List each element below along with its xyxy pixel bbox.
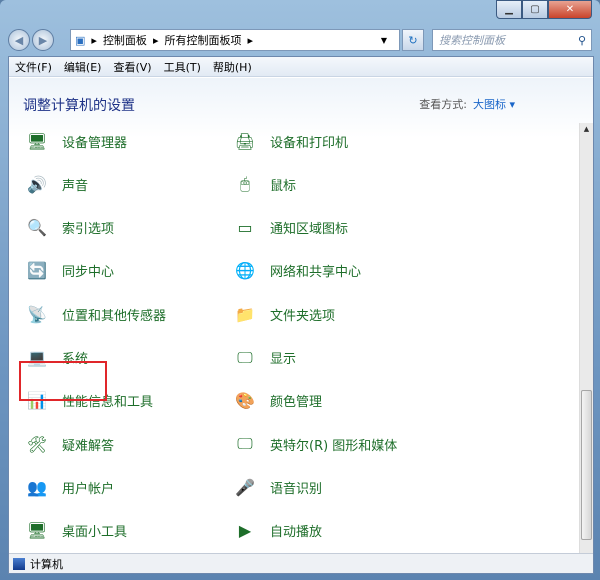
control-panel-item[interactable]: 🌐 网络和共享中心 (231, 254, 361, 288)
item-label: 英特尔(R) 图形和媒体 (270, 438, 398, 454)
breadcrumb-all-items[interactable]: 所有控制面板项 (164, 32, 241, 48)
vertical-scrollbar[interactable]: ▲ (579, 123, 593, 553)
status-bar: 计算机 (9, 553, 593, 573)
item-icon: 🖵 (237, 434, 253, 454)
item-icon: 🛠 (26, 434, 48, 454)
control-panel-window: ▁ ▢ ✕ ◀ ▶ ▣ ▸ 控制面板 ▸ 所有控制面板项 ▸ ▼ ↻ 搜索控制面… (0, 0, 600, 580)
forward-button[interactable]: ▶ (32, 29, 54, 51)
menu-file[interactable]: 文件(F) (15, 59, 52, 75)
item-icon: 🖥 (26, 131, 48, 151)
scroll-up-arrow[interactable]: ▲ (580, 125, 593, 133)
control-panel-item[interactable]: 🖵 英特尔(R) 图形和媒体 (231, 427, 397, 461)
item-icon: 🔄 (27, 261, 47, 281)
maximize-button[interactable]: ▢ (522, 0, 548, 19)
item-icon: 🖥 (26, 521, 48, 541)
item-label: 网络和共享中心 (270, 265, 362, 281)
item-label: 位置和其他传感器 (62, 308, 167, 324)
control-panel-item[interactable]: 🖨 设备和打印机 (231, 124, 348, 158)
item-label: 鼠标 (270, 178, 297, 194)
view-by-dropdown[interactable]: 大图标 ▾ (473, 98, 515, 111)
item-label: 用户帐户 (62, 481, 115, 497)
item-label: 疑难解答 (62, 438, 115, 454)
control-panel-item[interactable]: 🖥 桌面小工具 (23, 514, 127, 548)
control-panel-item[interactable]: 🔍 索引选项 (23, 211, 114, 245)
item-label: 同步中心 (62, 265, 115, 281)
item-icon: 🎨 (235, 391, 255, 411)
breadcrumb-control-panel[interactable]: 控制面板 (103, 32, 147, 48)
control-panel-item[interactable]: 🎤 语音识别 (231, 470, 322, 504)
item-icon: 🌐 (235, 261, 255, 281)
menu-view[interactable]: 查看(V) (113, 59, 151, 75)
item-icon: ▶ (238, 521, 252, 541)
search-placeholder: 搜索控制面板 (439, 34, 505, 47)
search-icon[interactable]: ⚲ (578, 34, 586, 47)
item-label: 颜色管理 (270, 395, 323, 411)
item-label: 设备和打印机 (270, 135, 349, 151)
item-label: 语音识别 (270, 481, 323, 497)
item-icon: 🔊 (27, 174, 47, 194)
control-panel-item[interactable]: 🖱 鼠标 (231, 167, 296, 201)
menu-help[interactable]: 帮助(H) (213, 59, 252, 75)
chevron-right-icon: ▸ (152, 33, 159, 47)
item-icon: ▭ (237, 218, 253, 238)
item-icon: 🖵 (237, 347, 253, 367)
item-label: 显示 (270, 352, 297, 367)
control-panel-item[interactable]: 🖵 显示 (231, 341, 296, 375)
selection-highlight (19, 361, 107, 401)
page-title: 调整计算机的设置 (23, 98, 135, 114)
control-panel-item[interactable]: ▶ 自动播放 (231, 514, 322, 548)
item-icon: 🔍 (27, 218, 47, 238)
item-label: 桌面小工具 (62, 525, 128, 541)
item-label: 索引选项 (62, 222, 115, 238)
control-panel-item[interactable]: 🔊 声音 (23, 167, 88, 201)
item-label: 设备管理器 (62, 135, 128, 151)
item-icon: 📁 (235, 304, 255, 324)
close-button[interactable]: ✕ (548, 0, 592, 19)
control-panel-item[interactable]: ▭ 通知区域图标 (231, 211, 348, 245)
item-icon: 🖱 (240, 174, 250, 194)
item-label: 自动播放 (270, 525, 323, 541)
back-button[interactable]: ◀ (8, 29, 30, 51)
item-icon: 👥 (27, 477, 47, 497)
control-panel-item[interactable]: 🎨 颜色管理 (231, 384, 322, 418)
refresh-button[interactable]: ↻ (402, 29, 424, 51)
menu-bar: 文件(F) 编辑(E) 查看(V) 工具(T) 帮助(H) (9, 57, 593, 77)
scrollbar-thumb[interactable] (581, 389, 592, 541)
address-bar[interactable]: ▣ ▸ 控制面板 ▸ 所有控制面板项 ▸ ▼ (70, 29, 400, 51)
control-panel-item[interactable]: 🔄 同步中心 (23, 254, 114, 288)
status-text: 计算机 (30, 557, 63, 571)
chevron-right-icon: ▸ (247, 33, 253, 47)
item-label: 声音 (62, 178, 89, 194)
computer-icon (13, 557, 25, 570)
item-label: 通知区域图标 (270, 222, 349, 238)
item-icon: 🖨 (234, 131, 256, 151)
content-area: 调整计算机的设置 查看方式: 大图标 ▾ 🖥 设备管理器 🔊 声音 🔍 索引选项 🔄 同步中心 📡… (9, 78, 593, 553)
item-icon: 📡 (27, 304, 47, 324)
control-panel-item[interactable]: 🛠 疑难解答 (23, 427, 114, 461)
view-by-label: 查看方式: (419, 98, 467, 111)
menu-tools[interactable]: 工具(T) (164, 59, 201, 75)
search-input[interactable]: 搜索控制面板 ⚲ (432, 29, 592, 51)
address-dropdown-icon[interactable]: ▼ (381, 36, 387, 45)
control-panel-item[interactable]: 📁 文件夹选项 (231, 297, 335, 331)
item-icon: 🎤 (235, 477, 255, 497)
menu-edit[interactable]: 编辑(E) (64, 59, 102, 75)
control-panel-item[interactable]: 📡 位置和其他传感器 (23, 297, 166, 331)
control-panel-icon: ▣ (75, 33, 86, 47)
minimize-button[interactable]: ▁ (496, 0, 522, 19)
control-panel-item[interactable]: 👥 用户帐户 (23, 470, 114, 504)
control-panel-item[interactable]: 🖥 设备管理器 (23, 124, 127, 158)
chevron-right-icon: ▸ (91, 33, 97, 47)
item-label: 文件夹选项 (270, 308, 336, 324)
